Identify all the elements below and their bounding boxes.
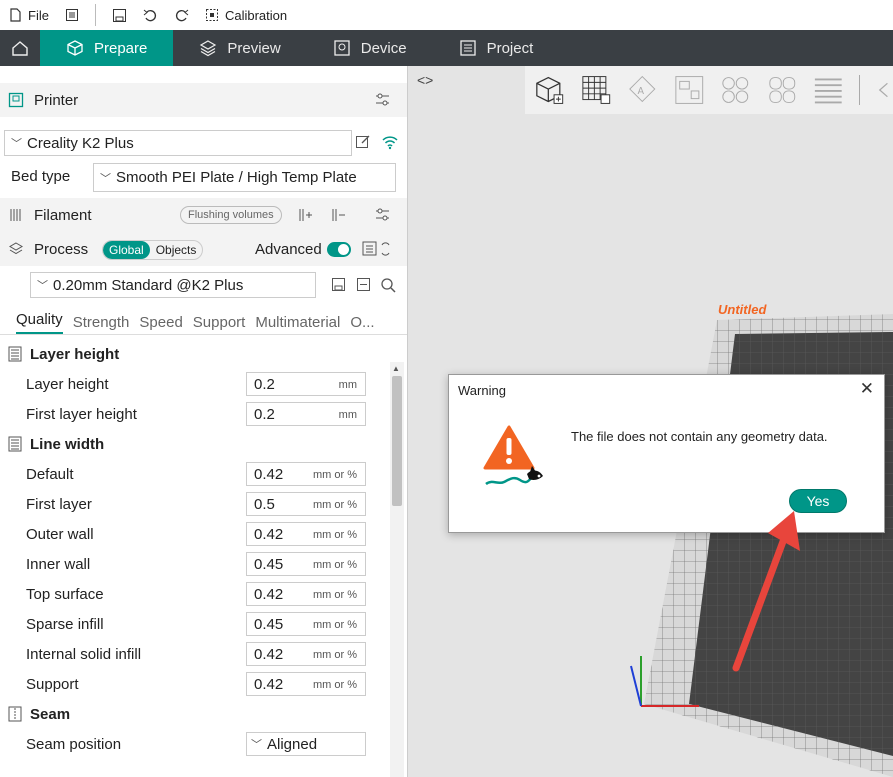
arrow-shaft [732,524,792,672]
annotation-arrow [732,511,800,672]
